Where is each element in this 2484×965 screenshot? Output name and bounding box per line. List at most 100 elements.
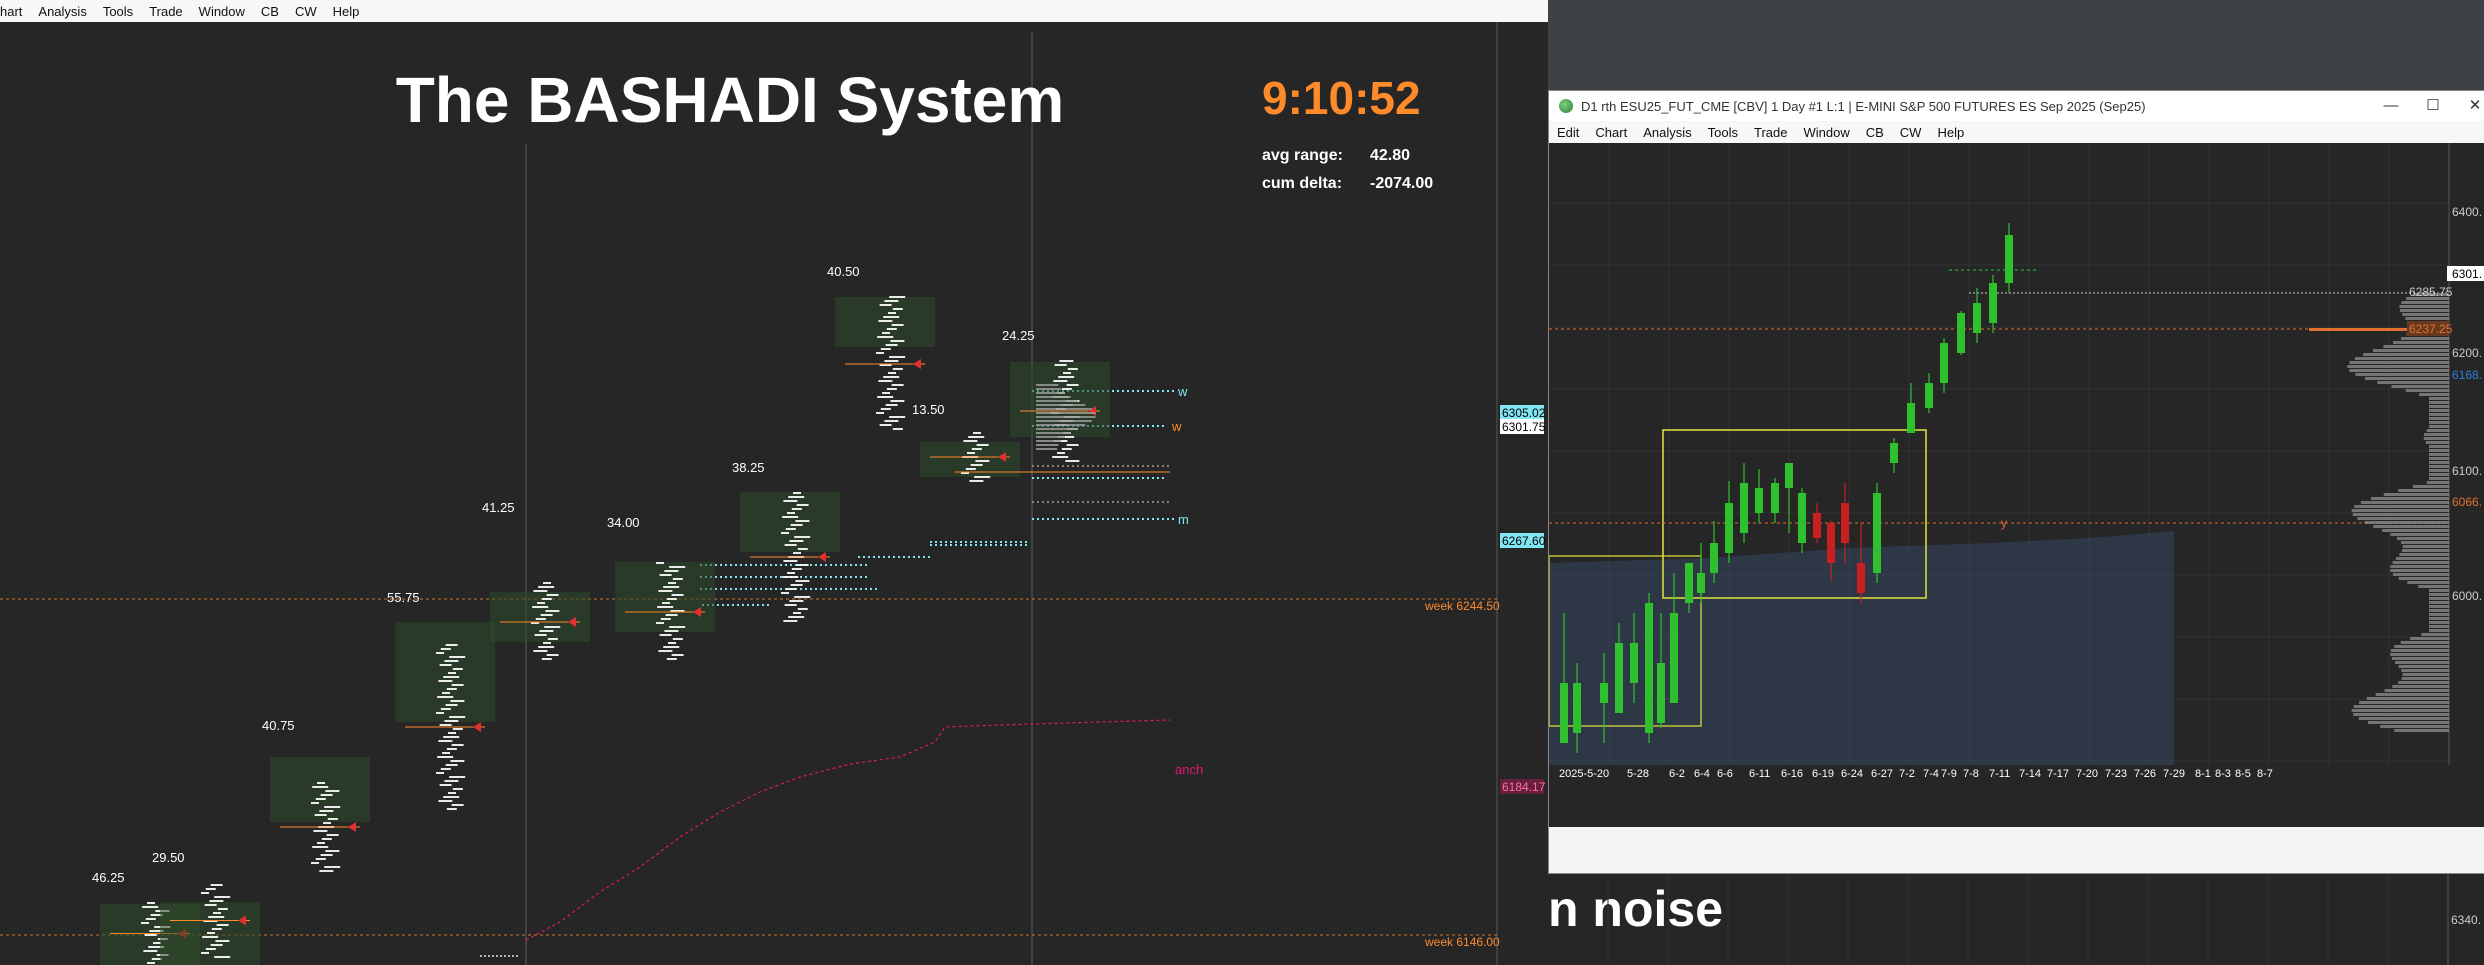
left-menu-cb[interactable]: CB [253,4,287,19]
footprint-cell [788,616,805,618]
footprint-cell [883,316,900,318]
footprint-cell [1067,368,1078,370]
footprint-cell [882,392,890,394]
right-menu-cw[interactable]: CW [1892,125,1930,140]
right-titlebar[interactable]: D1 rth ESU25_FUT_CME [CBV] 1 Day #1 L:1 … [1549,91,2484,121]
bar-range-label: 55.75 [387,590,420,605]
left-menu-hart[interactable]: hart [0,4,30,19]
footprint-cell [663,586,680,588]
candle-body [1873,493,1881,573]
footprint-cell [438,800,453,802]
footprint-cell [452,668,463,670]
right-menu-trade[interactable]: Trade [1746,125,1795,140]
price-tag: 6305.02 [1502,406,1546,420]
footprint-cell [313,830,328,832]
volume-profile-bar [2358,717,2449,720]
footprint-cell [320,854,333,856]
bar-range-label: 34.00 [607,515,640,530]
footprint-cell [311,862,319,864]
footprint-cell [210,884,223,886]
close-button[interactable]: ✕ [2461,95,2484,117]
red-arrow-marker [473,722,481,732]
left-menu-help[interactable]: Help [325,4,368,19]
volume-profile-bar [2429,453,2449,456]
footprint-cell [975,460,990,462]
footprint-cell [448,672,456,674]
footprint-cell [315,798,326,800]
profile-cell [1036,448,1058,450]
footprint-cell [791,568,802,570]
volume-profile-bar [2429,405,2449,408]
stat-label: avg range: [1262,147,1343,164]
right-menu-chart[interactable]: Chart [1587,125,1635,140]
volume-profile-bar [2384,689,2449,692]
volume-profile-bar [2429,589,2449,592]
volume-profile-bar [2395,557,2449,560]
footprint-cell [668,642,676,644]
footprint-cell [210,944,223,946]
volume-profile-bar [2380,725,2449,728]
left-menu-cw[interactable]: CW [287,4,325,19]
left-chart-canvas[interactable]: The BASHADI System 9:10:52 avg range: 42.80… [0,22,1548,965]
footprint-cell [659,574,672,576]
footprint-cell [790,524,803,526]
footprint-cell [326,834,339,836]
right-menu-edit[interactable]: Edit [1549,125,1587,140]
candle-body [1841,503,1849,543]
minimize-button[interactable]: — [2377,95,2405,117]
footprint-cell [967,452,975,454]
left-menu-analysis[interactable]: Analysis [30,4,94,19]
right-chart-canvas[interactable]: y 6400. 6301. 6285.75 6237.25 6200. 6168. 6100.… [1549,143,2484,827]
footprint-cell [782,516,799,518]
bar-range-label: 40.50 [827,264,860,279]
footprint-cell [202,936,219,938]
footprint-cell [449,656,466,658]
volume-profile-bar [2429,605,2449,608]
footprint-cell [204,904,217,906]
date-axis-label: 6-11 [1749,768,1770,780]
volume-profile-bar [2402,673,2449,676]
footprint-cell [208,916,225,918]
candle-body [1560,683,1568,743]
left-menubar: hart Analysis Tools Trade Window CB CW Help [0,0,1548,23]
volume-profile-bar [2363,353,2449,356]
footprint-cell [437,696,454,698]
profile-cell [1036,412,1096,414]
volume-profile-bar [2405,317,2449,320]
footprint-cell [214,896,231,898]
footprint-cell [448,792,456,794]
date-axis-label: 6-24 [1841,768,1863,780]
candle-body [1670,613,1678,703]
footprint-cell [439,724,452,726]
right-menu-window[interactable]: Window [1795,125,1857,140]
footprint-cell [783,620,798,622]
value-area-box [270,757,370,822]
right-menu-help[interactable]: Help [1929,125,1972,140]
footprint-cell [153,942,161,944]
left-menu-tools[interactable]: Tools [95,4,141,19]
maximize-button[interactable]: ☐ [2419,95,2447,117]
right-menu-tools[interactable]: Tools [1700,125,1746,140]
footprint-cell [325,790,340,792]
volume-profile-bar [2393,573,2449,576]
footprint-cell [142,906,159,908]
footprint-cell [662,602,670,604]
volume-profile-bar [2354,357,2449,360]
left-chart[interactable]: The BASHADI System 9:10:52 avg range: 42.80… [0,22,1548,965]
footprint-cell [783,560,798,562]
right-chart[interactable]: y 6400. 6301. 6285.75 6237.25 6200. 6168. 6100.… [1549,143,2484,827]
left-menu-window[interactable]: Window [191,4,253,19]
right-menu-cb[interactable]: CB [1858,125,1892,140]
footprint-cell [450,760,465,762]
footprint-cell [547,638,558,640]
footprint-cell [795,520,810,522]
right-menu-analysis[interactable]: Analysis [1635,125,1699,140]
candle-body [1785,463,1793,488]
candle-body [1857,563,1865,593]
footprint-cell [439,664,452,666]
volume-profile-bar [2421,633,2449,636]
footprint-cell [884,420,899,422]
footprint-cell [889,356,906,358]
left-menu-trade[interactable]: Trade [141,4,190,19]
footprint-cell [439,784,452,786]
